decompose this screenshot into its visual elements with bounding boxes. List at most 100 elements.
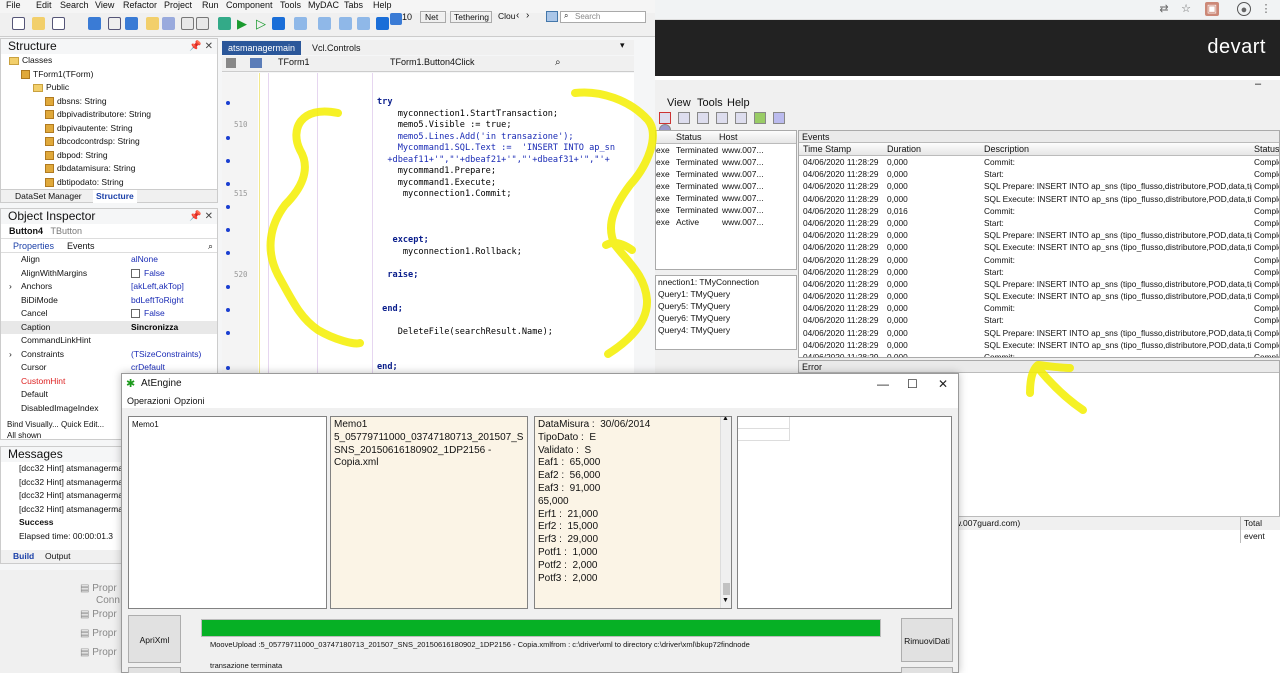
- property-value[interactable]: bdLeftToRight: [131, 294, 183, 308]
- event-row[interactable]: 04/06/2020 11:28:29 0,000 SQL Execute: INS…: [799, 241, 1279, 253]
- property-row[interactable]: BiDiMode bdLeftToRight: [1, 294, 217, 308]
- tab-build[interactable]: Build: [13, 550, 34, 563]
- tab-vcl-controls[interactable]: Vcl.Controls: [306, 41, 367, 55]
- menu-help[interactable]: Help: [373, 0, 392, 10]
- save-icon[interactable]: [88, 17, 101, 30]
- breakpoint-dot[interactable]: [226, 204, 230, 209]
- property-row[interactable]: CommandLinkHint: [1, 334, 217, 348]
- close-icon[interactable]: ✕: [938, 377, 948, 391]
- session-row[interactable]: exe Active www.007...: [656, 216, 796, 228]
- object-row[interactable]: Query4: TMyQuery: [656, 324, 796, 336]
- menu-project[interactable]: Project: [164, 0, 192, 10]
- event-row[interactable]: 04/06/2020 11:28:29 0,000 SQL Prepare: INS…: [799, 180, 1279, 192]
- object-tree[interactable]: nnection1: TMyConnection Query1: TMyQuery…: [655, 275, 797, 350]
- chevron-up-icon[interactable]: ▲: [722, 417, 729, 422]
- grid-panel[interactable]: [737, 416, 952, 609]
- step-over-icon[interactable]: [339, 17, 352, 30]
- run-icon[interactable]: ▶: [237, 17, 250, 30]
- rimuovi-dati-button[interactable]: RimuoviDati: [901, 618, 953, 662]
- menu-tabs[interactable]: Tabs: [344, 0, 363, 10]
- tree-item[interactable]: Classes: [1, 54, 217, 68]
- stop-icon[interactable]: [376, 17, 389, 30]
- menu-edit[interactable]: Edit: [36, 0, 52, 10]
- object-row[interactable]: Query1: TMyQuery: [656, 288, 796, 300]
- pause-icon[interactable]: [272, 17, 285, 30]
- tree-item[interactable]: dbdatamisura: String: [1, 162, 217, 176]
- menu-component[interactable]: Component: [226, 0, 273, 10]
- event-row[interactable]: 04/06/2020 11:28:29 0,000 SQL Prepare: INS…: [799, 327, 1279, 339]
- property-row[interactable]: Cancel False: [1, 307, 217, 321]
- object-row[interactable]: Query5: TMyQuery: [656, 300, 796, 312]
- menu-view[interactable]: View: [95, 0, 114, 10]
- search-icon[interactable]: ⌕: [555, 57, 561, 68]
- col-status[interactable]: Status: [676, 131, 702, 144]
- property-row[interactable]: AlignWithMargins False: [1, 267, 217, 281]
- property-value[interactable]: Sincronizza: [131, 321, 178, 335]
- tree-item[interactable]: Public: [1, 81, 217, 95]
- col-timestamp[interactable]: Time Stamp: [803, 143, 851, 156]
- tree-item[interactable]: dbcodcontrdsp: String: [1, 135, 217, 149]
- event-row[interactable]: 04/06/2020 11:28:29 0,000 Commit: Complet: [799, 156, 1279, 168]
- tab-atsmanagermain[interactable]: atsmanagermain: [222, 41, 302, 55]
- open-icon[interactable]: [32, 17, 45, 30]
- folder-icon[interactable]: [146, 17, 159, 30]
- memo-values[interactable]: DataMisura : 30/06/2014 TipoDato : E Val…: [534, 416, 732, 609]
- copy-icon[interactable]: [52, 17, 65, 30]
- cursor-icon[interactable]: [546, 11, 558, 22]
- expand-icon[interactable]: ›: [9, 280, 12, 294]
- tab-properties[interactable]: Properties: [13, 239, 54, 253]
- extension-icon[interactable]: ▣: [1205, 2, 1219, 16]
- new-icon[interactable]: [12, 17, 25, 30]
- breakpoint-dot[interactable]: [226, 181, 230, 186]
- breakpoint-dot[interactable]: [226, 308, 230, 312]
- tab-events[interactable]: Events: [67, 239, 95, 253]
- apri-xml-button[interactable]: ApriXml: [128, 615, 181, 663]
- chevron-down-icon[interactable]: ▼: [722, 597, 729, 604]
- component-selector[interactable]: Button4 TButton: [1, 224, 217, 239]
- tree-item[interactable]: dbtipodato: String: [1, 176, 217, 190]
- checkbox[interactable]: [131, 309, 140, 319]
- property-row[interactable]: Caption Sincronizza: [1, 320, 217, 335]
- add-file-icon[interactable]: [162, 17, 175, 30]
- property-value[interactable]: False: [131, 267, 165, 281]
- more-icon[interactable]: ⋮: [1259, 2, 1273, 16]
- event-row[interactable]: 04/06/2020 11:28:29 0,000 SQL Prepare: INS…: [799, 278, 1279, 290]
- components-icon[interactable]: [218, 17, 231, 30]
- col-status[interactable]: Status: [1254, 143, 1279, 156]
- tree-item[interactable]: dbpivadistributore: String: [1, 108, 217, 122]
- menu-tools[interactable]: Tools: [280, 0, 301, 10]
- checkbox[interactable]: [131, 268, 140, 278]
- undo-icon[interactable]: [181, 17, 194, 30]
- chevron-down-icon[interactable]: ▾: [620, 40, 625, 51]
- property-value[interactable]: (TSizeConstraints): [131, 348, 201, 362]
- class-combo[interactable]: TForm1: [278, 57, 373, 67]
- event-row[interactable]: 04/06/2020 11:28:29 0,000 SQL Execute: INS…: [799, 339, 1279, 351]
- col-host[interactable]: Host: [719, 131, 738, 144]
- bind-visually-link[interactable]: Bind Visually...: [7, 420, 59, 429]
- event-row[interactable]: 04/06/2020 11:28:29 0,000 Start: Complet: [799, 168, 1279, 180]
- delete-icon[interactable]: [659, 112, 671, 125]
- quick-edit-link[interactable]: Quick Edit...: [61, 420, 104, 429]
- sessions-grid[interactable]: Status Host exe Terminated www.007... exe Te…: [655, 130, 797, 270]
- chevron-left-icon[interactable]: ‹: [516, 10, 519, 21]
- tab-structure[interactable]: Structure: [93, 190, 137, 203]
- menu-view[interactable]: View: [667, 97, 691, 109]
- event-row[interactable]: 04/06/2020 11:28:29 0,000 Start: Complet: [799, 314, 1279, 326]
- save-all-icon[interactable]: [125, 17, 138, 30]
- events-grid[interactable]: Events Time Stamp Duration Description S…: [798, 130, 1280, 358]
- breakpoint-dot[interactable]: [226, 101, 230, 105]
- profile-icon[interactable]: ●: [1237, 2, 1251, 16]
- window-icon[interactable]: [108, 17, 121, 30]
- search-icon[interactable]: ⌕: [208, 239, 213, 253]
- grid-icon[interactable]: [697, 112, 710, 125]
- menu-operazioni[interactable]: Operazioni: [127, 396, 171, 406]
- layout-icon[interactable]: [390, 13, 402, 25]
- breakpoint-dot[interactable]: [226, 227, 230, 232]
- maximize-icon[interactable]: ☐: [907, 377, 918, 391]
- filter-icon[interactable]: [716, 112, 729, 125]
- breakpoint-dot[interactable]: [226, 135, 230, 140]
- memo-filename[interactable]: Memo1 5_05779711000_03747180713_201507_S…: [330, 416, 528, 609]
- method-combo[interactable]: TForm1.Button4Click: [390, 57, 540, 67]
- minimize-icon[interactable]: —: [877, 377, 889, 391]
- secondary-button[interactable]: [128, 667, 181, 673]
